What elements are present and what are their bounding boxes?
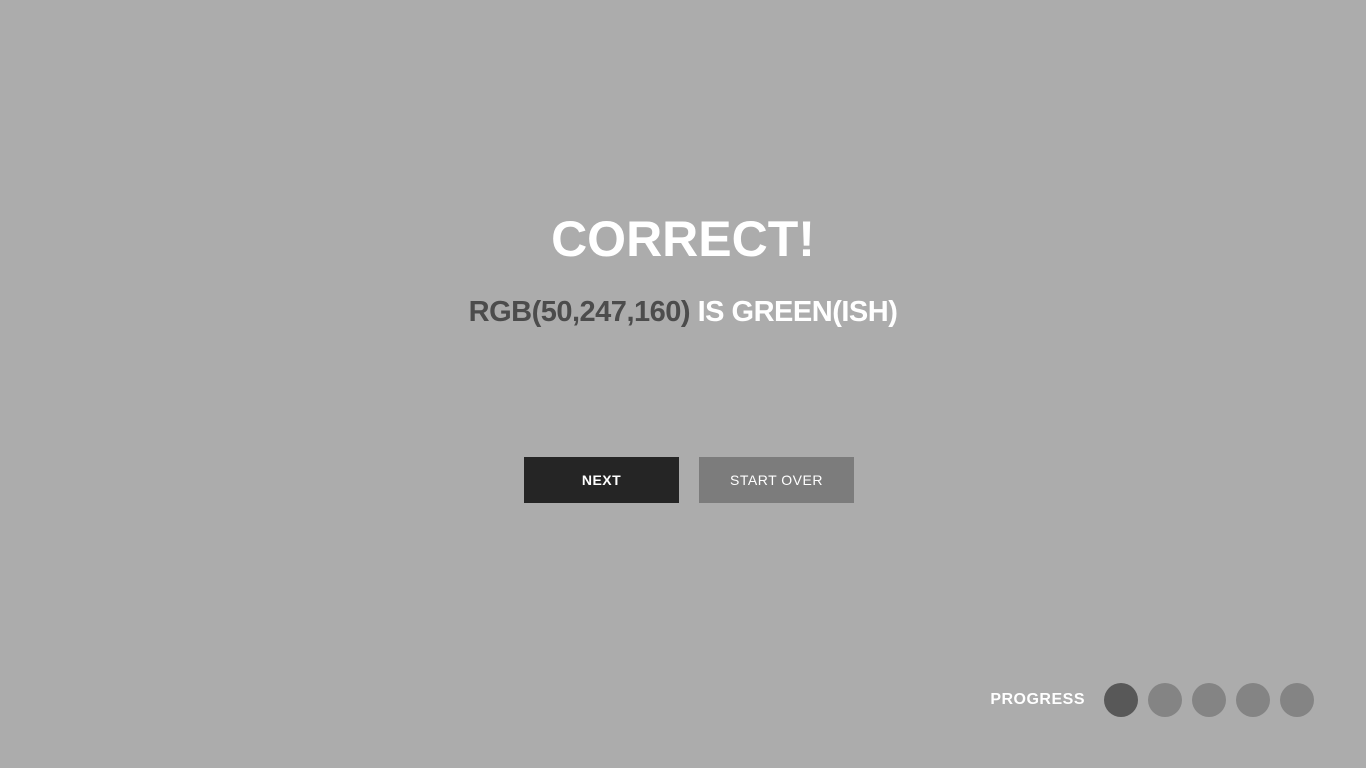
- result-message: RGB(50,247,160) IS GREEN(ISH): [0, 293, 1366, 331]
- progress-dot: [1280, 683, 1314, 717]
- progress-label: PROGRESS: [990, 691, 1085, 708]
- progress-dot: [1148, 683, 1182, 717]
- progress-dot: [1236, 683, 1270, 717]
- progress-dots: [1104, 683, 1314, 717]
- progress-indicator: PROGRESS: [990, 683, 1314, 717]
- rgb-value-text: RGB(50,247,160): [468, 296, 691, 328]
- result-title: CORRECT!: [551, 211, 815, 267]
- progress-dot: [1104, 683, 1138, 717]
- progress-dot: [1192, 683, 1226, 717]
- start-over-button[interactable]: START OVER: [699, 457, 854, 503]
- next-button[interactable]: NEXT: [524, 457, 679, 503]
- color-answer-text: IS GREEN(ISH): [690, 296, 898, 328]
